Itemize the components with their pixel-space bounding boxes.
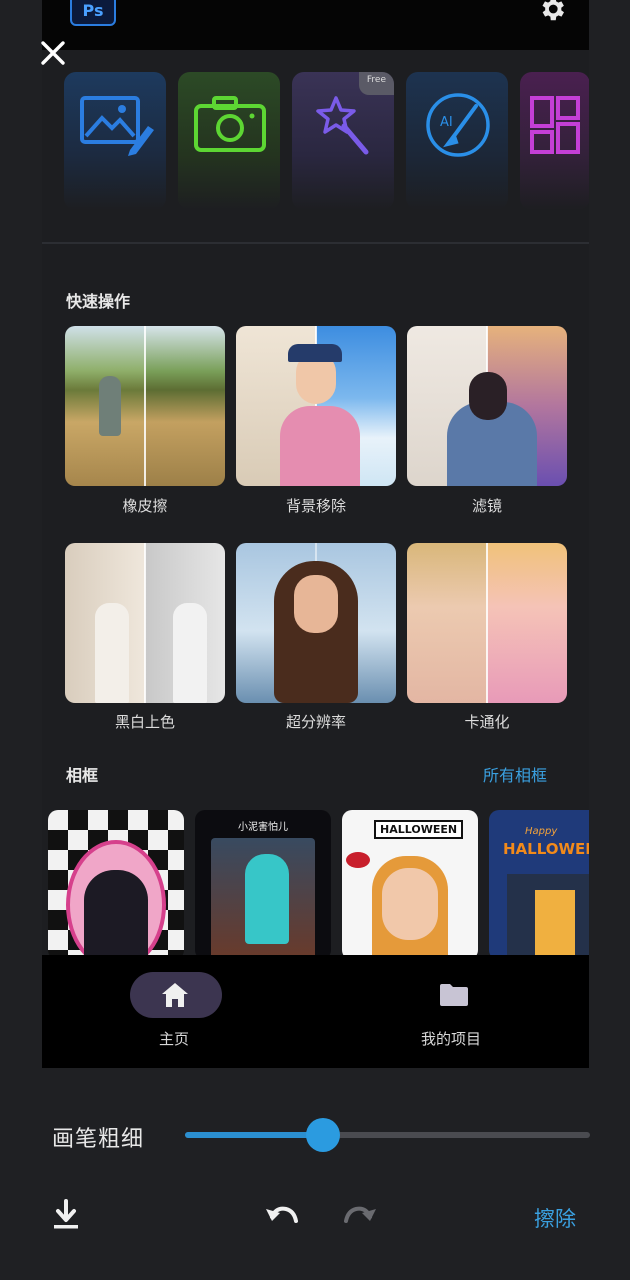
tool-card-ai[interactable]: AI <box>406 72 508 210</box>
layout-grid-icon <box>530 96 580 154</box>
top-bar: Ps <box>42 0 589 50</box>
svg-text:AI: AI <box>440 115 453 130</box>
slider-fill <box>185 1132 323 1138</box>
frame-thumbnail[interactable]: HALLOWEEN <box>342 810 478 960</box>
quick-action-label: 橡皮擦 <box>122 497 168 515</box>
undo-icon[interactable] <box>262 1195 302 1235</box>
frames-title: 相框 <box>66 766 99 785</box>
photoshop-logo: Ps <box>70 0 116 26</box>
bottom-nav: 主页 我的项目 <box>42 955 589 1068</box>
frame-caption: Happy <box>525 826 558 837</box>
tool-card-image-edit[interactable] <box>64 72 166 210</box>
tool-card-camera[interactable] <box>178 72 280 210</box>
app-screen: Ps Free AI 快速操作 橡皮擦 背景移除 滤镜 黑白上色 超分辨率 卡通… <box>42 0 589 1068</box>
image-edit-icon <box>80 96 154 156</box>
quick-action-super-resolution[interactable] <box>236 543 396 703</box>
divider <box>42 242 589 244</box>
tool-card-layout[interactable] <box>520 72 589 210</box>
quick-action-cartoonize[interactable] <box>407 543 567 703</box>
frame-caption: HALLOWEEN <box>503 840 589 858</box>
frame-thumbnail[interactable]: 小泥害怕儿 <box>195 810 331 960</box>
quick-action-eraser[interactable] <box>65 326 225 486</box>
slider-thumb[interactable] <box>305 1118 340 1152</box>
frame-caption: HALLOWEEN <box>374 820 464 839</box>
quick-action-label: 背景移除 <box>285 497 346 515</box>
folder-icon[interactable] <box>439 983 469 1007</box>
brush-size-label: 画笔粗细 <box>52 1127 145 1152</box>
frame-caption: 小泥害怕儿 <box>238 822 288 833</box>
magic-wand-icon <box>316 96 369 155</box>
close-icon[interactable] <box>38 38 68 68</box>
quick-action-filter[interactable] <box>407 326 567 486</box>
tool-carousel: Free AI <box>42 72 589 212</box>
quick-action-label: 黑白上色 <box>114 713 175 731</box>
quick-actions-title: 快速操作 <box>66 292 131 311</box>
quick-action-label: 滤镜 <box>471 497 502 515</box>
frame-thumbnail[interactable] <box>48 810 184 960</box>
home-icon <box>162 983 188 1007</box>
free-badge: Free <box>358 72 394 95</box>
erase-button[interactable]: 擦除 <box>534 1203 576 1233</box>
nav-projects-label[interactable]: 我的项目 <box>421 1028 481 1049</box>
quick-action-bg-remove[interactable] <box>236 326 396 486</box>
quick-action-colorize[interactable] <box>65 543 225 703</box>
quick-action-label: 超分辨率 <box>285 713 346 731</box>
ai-brush-icon: AI <box>426 93 490 157</box>
quick-action-label: 卡通化 <box>464 713 510 731</box>
download-icon[interactable] <box>46 1195 86 1235</box>
nav-home-label: 主页 <box>159 1030 190 1048</box>
tool-card-magic[interactable]: Free <box>292 72 394 210</box>
gear-icon[interactable] <box>537 0 567 24</box>
redo-icon[interactable] <box>340 1195 380 1235</box>
frame-thumbnail[interactable]: Happy HALLOWEEN <box>489 810 589 960</box>
camera-icon <box>194 96 266 152</box>
brush-size-slider[interactable] <box>185 1118 590 1152</box>
all-frames-link[interactable]: 所有相框 <box>483 762 547 786</box>
